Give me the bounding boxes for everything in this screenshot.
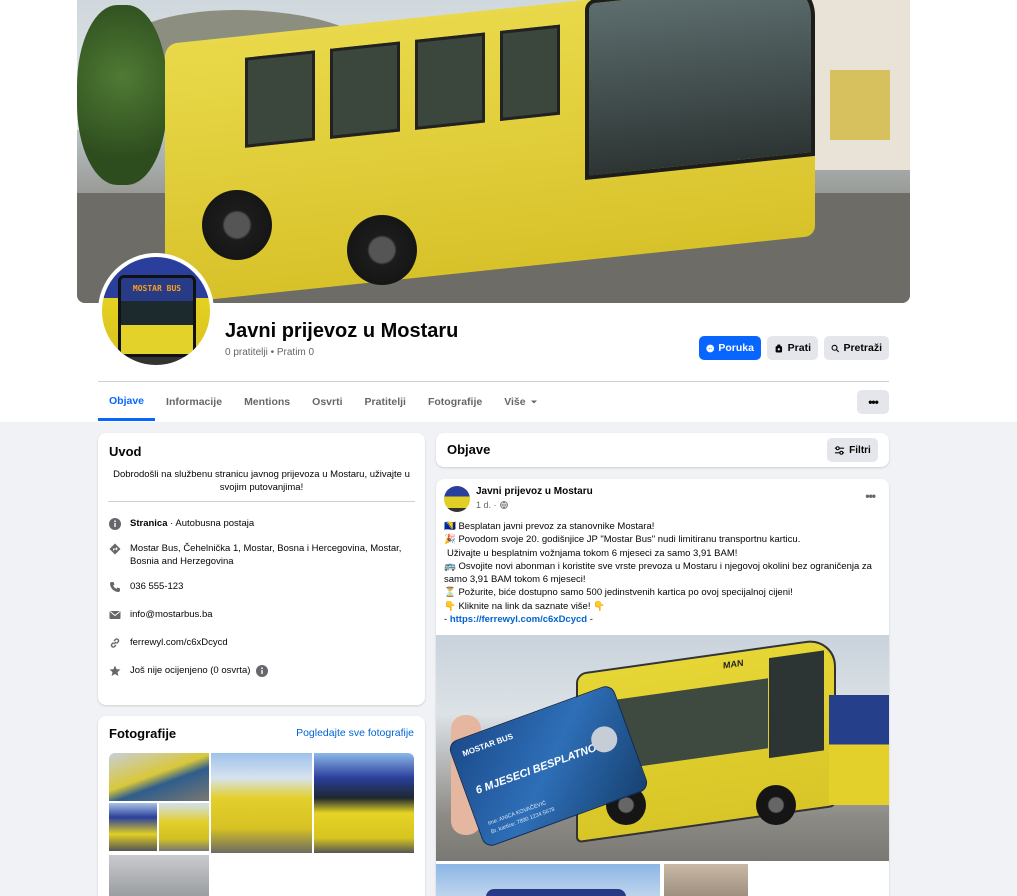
page-stats[interactable]: 0 pratitelji • Pratim 0: [225, 347, 314, 358]
page-header: MOSTAR BUS Javni prijevoz u Mostaru 0 pr…: [0, 0, 1017, 422]
more-dots-icon: •••: [868, 395, 879, 409]
photo-thumb[interactable]: [109, 855, 209, 896]
messenger-icon: [706, 344, 715, 352]
info-website: ferrewyl.com/c6xDcycd: [108, 636, 228, 649]
post-time[interactable]: 1 d. ·: [476, 500, 497, 510]
tab-pratitelji[interactable]: Pratitelji: [354, 383, 417, 421]
tab-objave[interactable]: Objave: [98, 383, 156, 421]
tab-osvrti[interactable]: Osvrti: [301, 383, 353, 421]
page-tabs: Objave Informacije Mentions Osvrti Prati…: [98, 383, 549, 421]
card-headline: 6 MJESECI BESPLATNO: [474, 741, 599, 797]
post-link[interactable]: https://ferrewyl.com/c6xDcycd: [450, 614, 587, 625]
page-title: Javni prijevoz u Mostaru: [225, 320, 459, 342]
post-image[interactable]: MAN MOSTAR BUS 6 MJESECI BESPLATNO Ime: …: [436, 635, 889, 861]
search-icon: [831, 344, 840, 352]
tab-informacije[interactable]: Informacije: [155, 383, 233, 421]
follow-icon: [775, 343, 783, 353]
bus-brand: MAN: [723, 657, 744, 671]
filter-icon: [835, 445, 845, 455]
post-author-avatar[interactable]: [444, 486, 470, 512]
photo-thumb[interactable]: [109, 803, 157, 851]
avatar-bus-sign: MOSTAR BUS: [132, 284, 182, 293]
info-email: info@mostarbus.ba: [108, 608, 213, 621]
directions-icon: [108, 542, 121, 555]
photo-thumb[interactable]: [109, 753, 209, 801]
globe-icon: [499, 501, 508, 509]
post-image-2[interactable]: [436, 864, 660, 896]
intro-title: Uvod: [109, 444, 142, 459]
post-text: 🇧🇦 Besplatan javni prevoz za stanovnike …: [444, 521, 872, 626]
tab-mentions[interactable]: Mentions: [233, 383, 301, 421]
card-brand: MOSTAR BUS: [461, 731, 515, 759]
cover-photo[interactable]: [77, 0, 910, 303]
posts-header: Objave Filtri: [436, 433, 889, 467]
photo-thumb[interactable]: [211, 753, 312, 853]
intro-bio: Dobrodošli na službenu stranicu javnog p…: [113, 469, 410, 493]
mail-icon: [108, 608, 121, 621]
header-divider: [98, 381, 889, 382]
post-card: Javni prijevoz u Mostaru 1 d. · ••• 🇧🇦 B…: [436, 479, 889, 896]
post-meta: 1 d. ·: [476, 500, 508, 510]
post-options-icon[interactable]: •••: [865, 489, 876, 503]
search-button[interactable]: Pretraži: [824, 336, 889, 360]
phone-icon: [108, 580, 121, 593]
info-address: Mostar Bus, Čehelnička 1, Mostar, Bosna …: [108, 542, 418, 568]
photos-card: Fotografije Pogledajte sve fotografije: [98, 716, 425, 896]
photo-thumb[interactable]: [159, 803, 209, 851]
photos-title: Fotografije: [109, 726, 177, 741]
link-icon: [108, 636, 121, 649]
posts-title: Objave: [447, 442, 491, 457]
post-image-3[interactable]: [664, 864, 748, 896]
info-category: Stranica · Autobusna postaja: [108, 517, 254, 530]
post-author-name[interactable]: Javni prijevoz u Mostaru: [476, 486, 593, 497]
info-icon: [108, 517, 121, 530]
photo-thumb[interactable]: [314, 753, 414, 853]
chevron-down-icon: [530, 400, 537, 404]
info-rating: Još nije ocijenjeno (0 osvrta): [108, 664, 268, 677]
filters-button[interactable]: Filtri: [827, 438, 878, 462]
page-avatar[interactable]: MOSTAR BUS: [98, 253, 214, 369]
rating-info-icon[interactable]: [255, 664, 268, 677]
tab-fotografije[interactable]: Fotografije: [417, 383, 493, 421]
intro-card: Uvod Dobrodošli na službenu stranicu jav…: [98, 433, 425, 705]
more-options-button[interactable]: •••: [857, 390, 889, 414]
info-phone: 036 555-123: [108, 580, 183, 593]
follow-button[interactable]: Prati: [767, 336, 818, 360]
tab-vise[interactable]: Više: [493, 383, 548, 421]
star-icon: [108, 664, 121, 677]
message-button[interactable]: Poruka: [699, 336, 761, 360]
see-all-photos-link[interactable]: Pogledajte sve fotografije: [296, 727, 414, 739]
